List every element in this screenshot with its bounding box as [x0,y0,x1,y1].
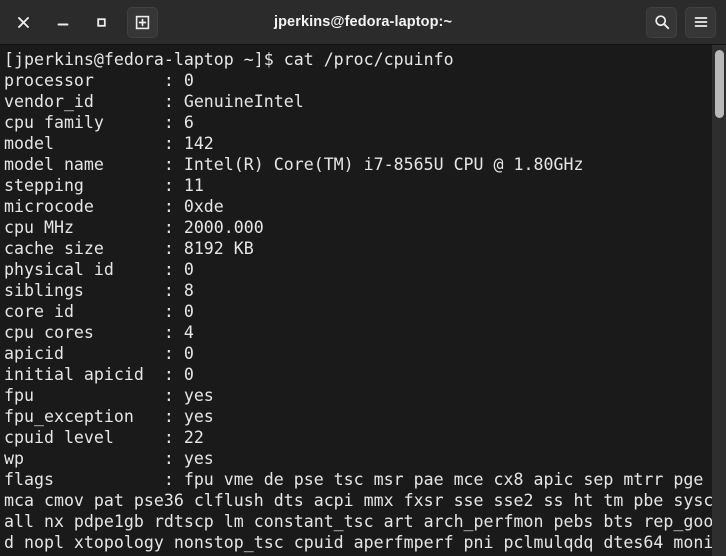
window-controls-right [646,6,726,38]
minimize-button[interactable] [49,9,76,36]
terminal-output-area[interactable]: [jperkins@fedora-laptop ~]$ cat /proc/cp… [0,45,726,556]
close-button[interactable] [10,9,37,36]
title-bar: jperkins@fedora-laptop:~ [0,0,726,45]
maximize-button[interactable] [88,9,115,36]
window-controls-left [0,6,158,38]
new-tab-button[interactable] [127,6,158,38]
maximize-icon [97,17,106,27]
hamburger-menu-icon [694,17,707,27]
terminal-window: jperkins@fedora-laptop:~ [jperkins@fedor… [0,0,726,556]
scrollbar-track[interactable] [712,45,726,556]
scrollbar-thumb[interactable] [715,50,724,118]
close-icon [18,16,29,28]
add-tab-icon [135,15,150,29]
menu-button[interactable] [685,6,716,38]
terminal-text: [jperkins@fedora-laptop ~]$ cat /proc/cp… [4,50,714,552]
search-button[interactable] [646,6,677,38]
search-icon [654,15,669,30]
minimize-icon [57,23,68,25]
